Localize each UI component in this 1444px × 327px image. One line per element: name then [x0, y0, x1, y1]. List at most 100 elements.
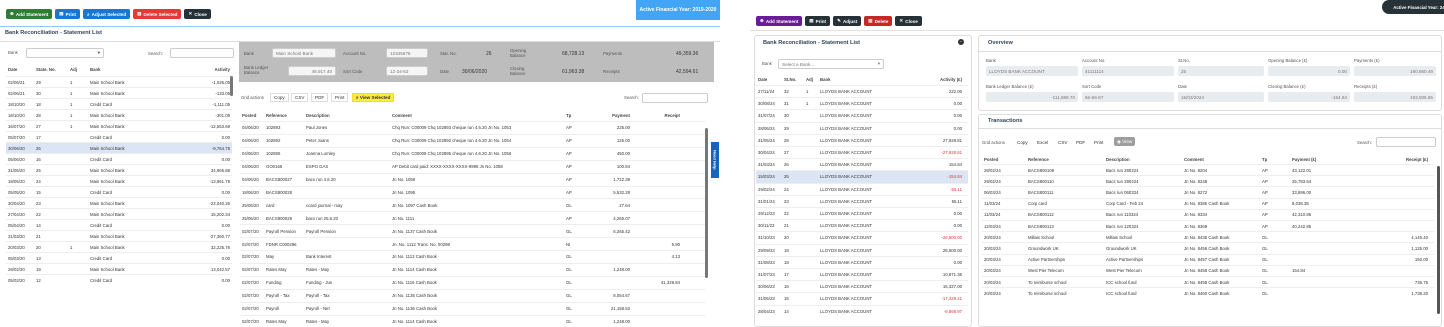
- table-row[interactable]: 31/07/24 30 LLOYDS BANK ACCOUNT 0.00: [756, 109, 968, 121]
- table-row[interactable]: 29/12/23 22 LLOYDS BANK ACCOUNT 0.00: [756, 207, 968, 219]
- table-row[interactable]: 29/02/24 24 LLOYDS BANK ACCOUNT -55.11: [756, 182, 968, 195]
- table-row[interactable]: 05/07/20 17 Credit Card 0.00: [6, 131, 232, 142]
- table-row[interactable]: 30/04/20 23 Main School Bank -23,040.26: [6, 197, 232, 208]
- table-row[interactable]: 16/07/20 27 1 Main School Bank -12,553.69: [6, 120, 232, 131]
- csv-button[interactable]: CSV: [1055, 138, 1071, 147]
- table-row[interactable]: 04/06/20 102895 Joanna Lumley Chq Run: C000…: [240, 146, 705, 160]
- pdf-button[interactable]: PDF: [1073, 138, 1089, 147]
- print-grid-button[interactable]: Print: [331, 93, 349, 102]
- delete-selected-button[interactable]: ▥ Delete Selected: [133, 9, 182, 19]
- print-grid-button[interactable]: Print: [1091, 138, 1107, 147]
- search-input[interactable]: [170, 48, 234, 58]
- collapse-icon[interactable]: −: [958, 39, 964, 45]
- table-row[interactable]: 12/03/24 BACS800113 Bacs run 120324 Jn No. …: [982, 220, 1434, 231]
- table-row[interactable]: 02/06/21 29 1 Main School Bank -1,026.05: [6, 76, 232, 87]
- adjust-button[interactable]: ✎ Adjust: [833, 16, 862, 26]
- table-row[interactable]: 31/10/23 20 LLOYDS BANK ACCOUNT -26,500.00: [756, 231, 968, 243]
- delete-button[interactable]: ▥ Delete: [864, 16, 893, 26]
- payments-label: Payments (£): [1354, 58, 1380, 63]
- table-row[interactable]: 02/07/20 FDNR C000296 Jn. No. 1112 Trans. …: [240, 237, 705, 250]
- table-row[interactable]: 11/03/24 Corp card Corp Card - Feb 24 Jn No…: [982, 197, 1434, 209]
- table-row[interactable]: 30/06/23 16 LLOYDS BANK ACCOUNT 15,327.00: [756, 280, 968, 292]
- close-button[interactable]: ✕ Close: [895, 16, 922, 26]
- table-row[interactable]: 31/03/20 21 Main School Bank -27,360.77: [6, 230, 232, 241]
- table-row[interactable]: 04/06/20 102892 Peter Joans Chq Run: C00009…: [240, 133, 705, 147]
- table-row[interactable]: 02/07/20 Payroll Pension Payroll Pension Jn…: [240, 224, 705, 237]
- table-row[interactable]: 31/03/24 26 LLOYDS BANK ACCOUNT 154.84: [756, 158, 968, 170]
- table-row[interactable]: 31/01/24 23 LLOYDS BANK ACCOUNT 55.11: [756, 194, 968, 207]
- add-statement-button[interactable]: ⊕ Add Statement: [6, 9, 53, 19]
- table-row[interactable]: 27/04/20 22 Main School Bank 15,202.34: [6, 208, 232, 219]
- table-row[interactable]: 28/04/23 14 LLOYDS BANK ACCOUNT -8,868.97: [756, 304, 968, 317]
- table-row[interactable]: 02/07/20 Payroll - Tax Payroll - Tax Jn No.…: [240, 288, 705, 302]
- table-row[interactable]: 02/07/20 Funding Funding - Jun Jn No. 1116 …: [240, 275, 705, 289]
- scrollbar[interactable]: [230, 76, 233, 96]
- table-row[interactable]: 02/06/21 30 1 Main School Bank -133.05: [6, 87, 232, 98]
- view-button[interactable]: ◉ View: [1114, 137, 1136, 146]
- table-row[interactable]: 05/05/20 15 Credit Card 0.00: [6, 186, 232, 197]
- adjust-selected-button[interactable]: ⌕ Adjust Selected: [83, 9, 131, 19]
- table-row[interactable]: 18/10/20 18 1 Credit Card -1,111.05: [6, 98, 232, 109]
- bank-select[interactable]: Select a Bank... ▾: [778, 59, 884, 69]
- table-cell: 28: [784, 137, 789, 143]
- table-row[interactable]: 28/02/24 BACS800108 Bacs run 280224 Jn No. …: [982, 164, 1434, 175]
- table-row[interactable]: 20/03/20 20 1 Main School Bank 32,225.76: [6, 241, 232, 252]
- close-button[interactable]: ✕ Close: [184, 9, 211, 19]
- table-row[interactable]: 31/05/23 15 LLOYDS BANK ACCOUNT -17,329.41: [756, 292, 968, 304]
- table-row[interactable]: 02/07/20 Rates May Rates - May Jn No. 1114 …: [240, 314, 705, 327]
- table-row[interactable]: 31/05/24 28 LLOYDS BANK ACCOUNT 27,928.81: [756, 133, 968, 146]
- table-row[interactable]: 02/07/20 Payroll Payroll - Net Jn No. 1136 …: [240, 301, 705, 315]
- table-row[interactable]: 05/04/20 14 Credit Card 0.00: [6, 219, 232, 230]
- table-row[interactable]: 29/02/24 BACS800110 Bacs run 290224 Jn No. …: [982, 175, 1434, 186]
- table-row[interactable]: 20/03/24 Active Partnerships Active Partne…: [982, 253, 1434, 265]
- csv-button[interactable]: CSV: [291, 93, 309, 102]
- excel-button[interactable]: Excel: [1034, 138, 1052, 147]
- pdf-button[interactable]: PDF: [311, 93, 329, 102]
- table-row[interactable]: 30/08/24 31 1 LLOYDS BANK ACCOUNT 0.00: [756, 97, 968, 109]
- table-cell: [804, 257, 818, 268]
- print-button[interactable]: ▤ Print: [55, 9, 81, 19]
- table-row[interactable]: 06/03/24 BACS800111 Bacs run 060324 Jn No. …: [982, 186, 1434, 197]
- scrollbar[interactable]: [1437, 166, 1440, 314]
- table-row[interactable]: 20/03/24 To reimburse school ICC school fu…: [982, 276, 1434, 287]
- table-row[interactable]: 28/02/20 19 Main School Bank 13,042.57: [6, 263, 232, 274]
- print-button[interactable]: ▤ Print: [805, 16, 831, 26]
- table-row[interactable]: 25/06/20 card ccard journal - may Jn No. 10…: [240, 198, 705, 211]
- scrollbar[interactable]: [705, 128, 708, 278]
- table-row[interactable]: 04/06/20 102893 Paul Jones Chq Run: C00009 …: [240, 121, 705, 134]
- transaction-search-input[interactable]: [642, 93, 708, 103]
- table-row[interactable]: 15/03/24 25 LLOYDS BANK ACCOUNT -154.84: [756, 170, 968, 183]
- table-row[interactable]: 25/06/20 BACS800029 bacs run 25.6.20 Jn No.…: [240, 211, 705, 224]
- copy-button[interactable]: Copy: [1014, 138, 1031, 147]
- table-row[interactable]: 31/05/20 25 Main School Bank 34,965.88: [6, 164, 232, 175]
- table-row[interactable]: 05/02/20 12 Credit Card 0.00: [6, 274, 232, 285]
- table-row[interactable]: 20/03/24 Millais School Millais School Jn N…: [982, 231, 1434, 242]
- table-row[interactable]: 05/06/20 16 Credit Card 0.00: [6, 153, 232, 164]
- table-row[interactable]: 04/06/20 BACS800027 bacs run 4.6.20 Jn No. …: [240, 172, 705, 186]
- table-row[interactable]: 31/07/23 17 LLOYDS BANK ACCOUNT 10,871.36: [756, 268, 968, 280]
- table-row[interactable]: 29/09/23 19 LLOYDS BANK ACCOUNT 26,500.00: [756, 243, 968, 256]
- table-row[interactable]: 02/07/20 Rates May Rates - May Jn No. 1114 …: [240, 262, 705, 276]
- table-row[interactable]: 28/06/24 29 LLOYDS BANK ACCOUNT 0.00: [756, 121, 968, 134]
- table-row[interactable]: 02/07/20 May Bank Interest Jn No. 1113 Cash…: [240, 250, 705, 263]
- bank-select[interactable]: ▾: [26, 48, 104, 58]
- table-row[interactable]: 18/05/20 24 Main School Bank -13,961.78: [6, 175, 232, 186]
- table-row[interactable]: 30/11/23 21 LLOYDS BANK ACCOUNT 0.00: [756, 219, 968, 231]
- table-row[interactable]: 18/10/20 28 1 Main School Bank -301.08: [6, 109, 232, 120]
- table-row[interactable]: 30/04/24 27 LLOYDS BANK ACCOUNT -27,928.81: [756, 146, 968, 158]
- table-row[interactable]: 20/03/24 To reimburse school ICC school fu…: [982, 287, 1434, 298]
- transaction-search-input[interactable]: [1376, 137, 1436, 147]
- need-help-tab[interactable]: Need Help: [711, 142, 719, 178]
- table-row[interactable]: 11/03/24 BACS800112 Bacs run 110324 Jn No. …: [982, 208, 1434, 220]
- add-statement-button[interactable]: ⊕ Add Statement: [756, 16, 803, 26]
- table-row[interactable]: 27/11/24 32 1 LLOYDS BANK ACCOUNT 222.00: [756, 85, 968, 97]
- copy-button[interactable]: Copy: [270, 93, 289, 102]
- table-row[interactable]: 18/06/20 BACS800028 Jn No. 1095 AP 5,532.28: [240, 185, 705, 199]
- table-row[interactable]: 20/03/24 Groundwork UK Groundwork UK Jn No.…: [982, 242, 1434, 253]
- table-row[interactable]: 20/03/24 West Pier Telecom West Pier Telec…: [982, 264, 1434, 276]
- table-row[interactable]: 31/08/23 18 LLOYDS BANK ACCOUNT 0.00: [756, 255, 968, 268]
- view-selected-button[interactable]: ⌕ View Selected: [352, 93, 395, 102]
- table-row[interactable]: 04/06/20 GO0165 ESPO GAS AP Debit card paid…: [240, 159, 705, 173]
- table-row[interactable]: 30/06/20 26 Main School Bank -9,764.75: [6, 142, 232, 153]
- table-row[interactable]: 05/03/20 13 Credit Card 0.00: [6, 252, 232, 263]
